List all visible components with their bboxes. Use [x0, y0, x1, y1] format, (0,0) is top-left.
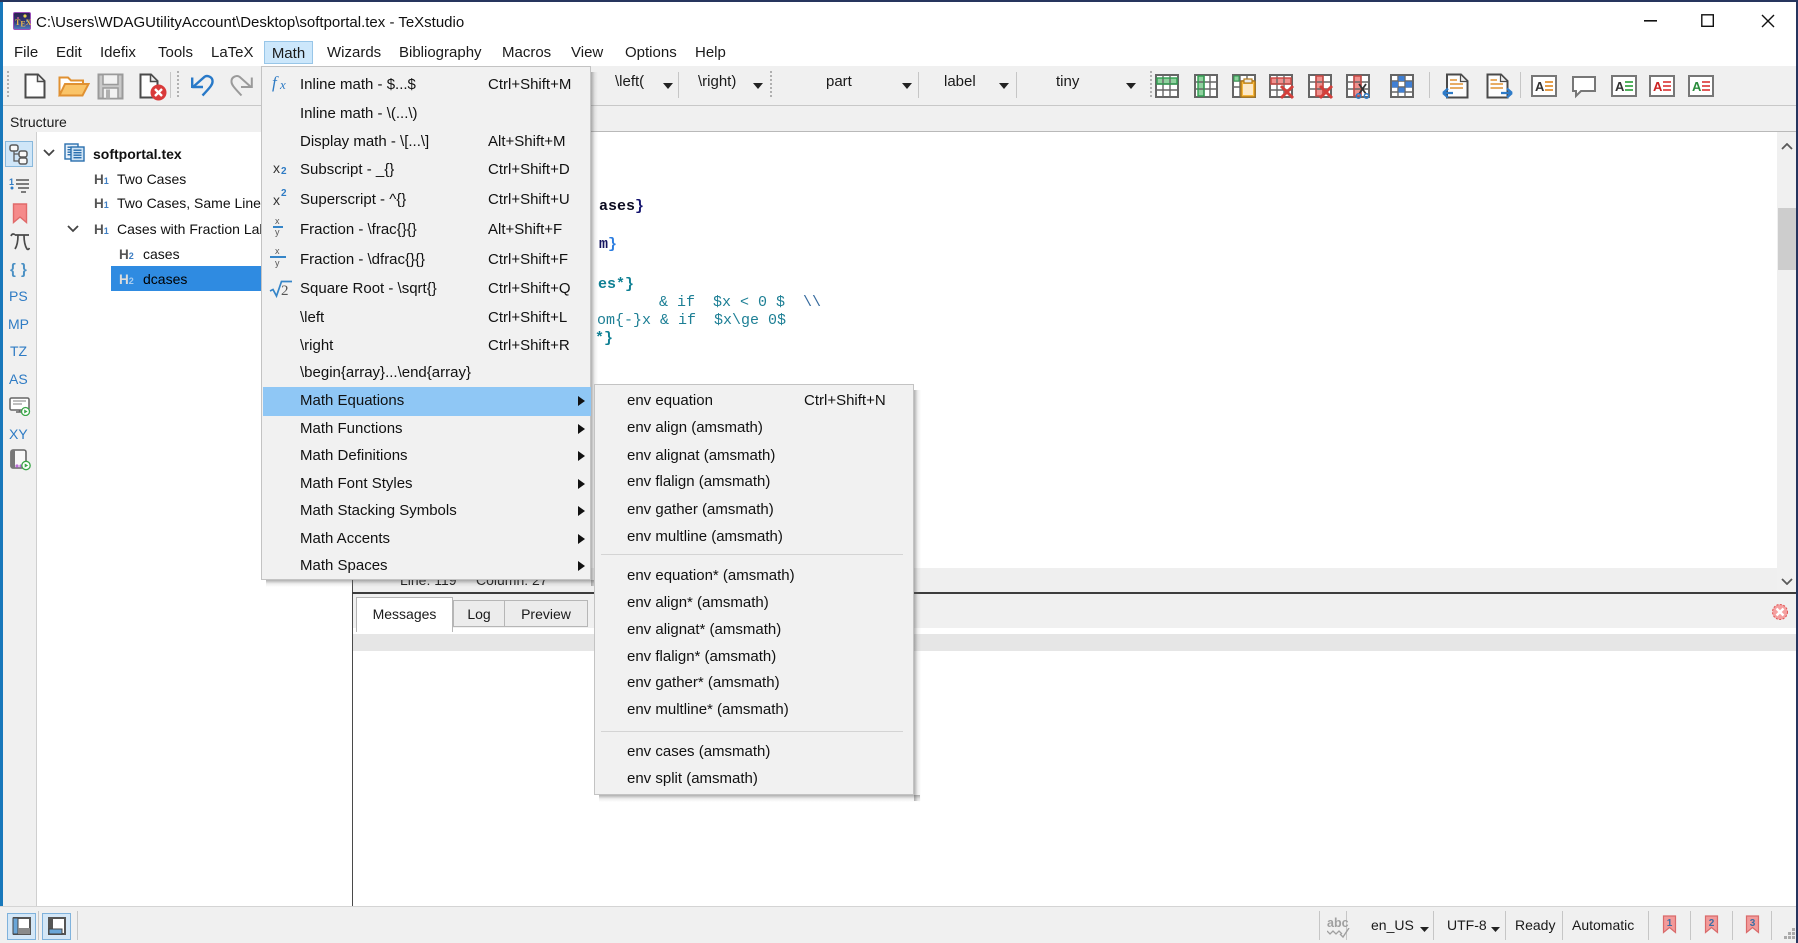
svg-text:TEX: TEX [15, 18, 31, 29]
svg-text:A: A [1535, 79, 1545, 94]
svg-text:A: A [1692, 79, 1702, 94]
svg-text:A: A [1615, 79, 1625, 94]
svg-text:2: 2 [281, 283, 289, 299]
svg-text:1: 1 [9, 177, 14, 187]
svg-text:3: 3 [1750, 918, 1756, 929]
svg-text:A: A [1653, 79, 1663, 94]
svg-text:2: 2 [1709, 918, 1715, 929]
svg-text:{: { [10, 261, 16, 278]
svg-text:}: } [21, 261, 27, 278]
svg-text:1: 1 [1667, 918, 1673, 929]
